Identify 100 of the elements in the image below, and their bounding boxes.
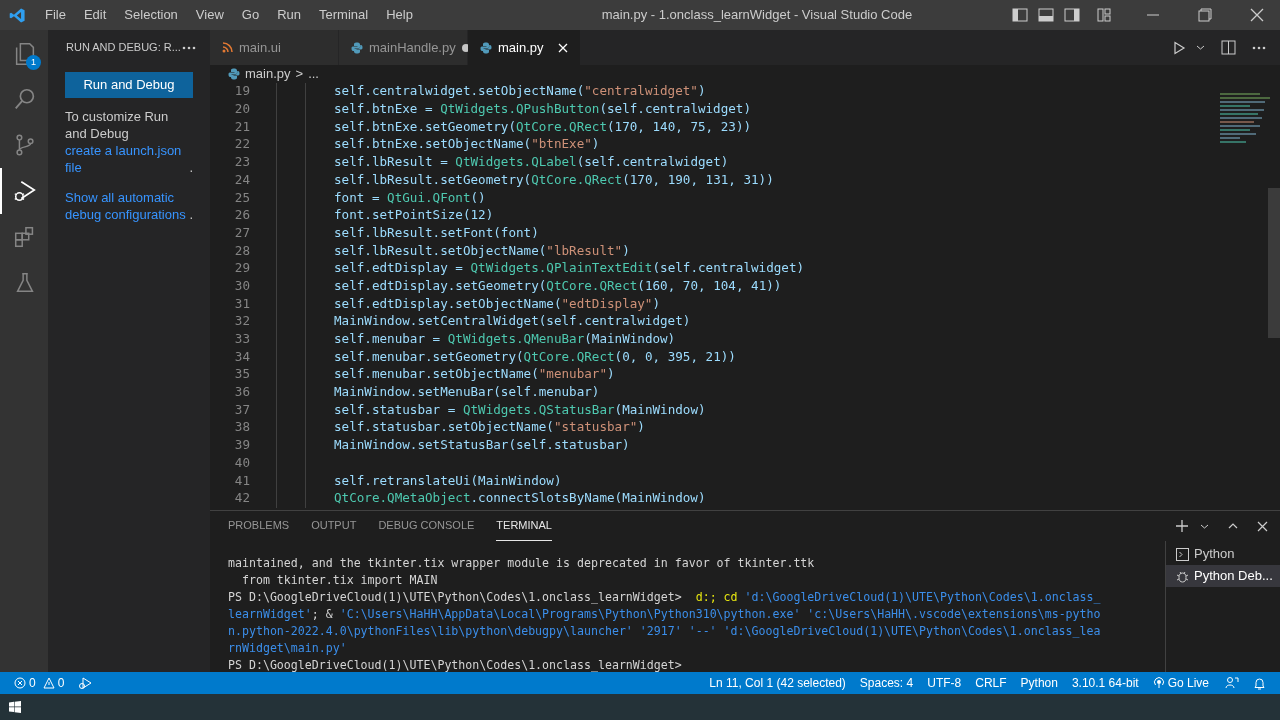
app-logo-icon [9, 6, 26, 24]
line-number: 34 [233, 347, 250, 366]
windows-start-icon[interactable] [9, 701, 21, 713]
code-line: MainWindow.setStatusBar(self.statusbar) [334, 436, 630, 455]
go-live-button[interactable]: Go Live [1152, 674, 1209, 692]
plus-icon[interactable] [1176, 520, 1188, 532]
menu-item[interactable]: Help [377, 5, 422, 25]
sidebar-text: To customize Run and Debug create a launch.json file . [65, 108, 193, 176]
run-debug-icon[interactable] [12, 178, 38, 204]
terminal-list-item[interactable]: Python Deb... [1166, 565, 1280, 587]
status-item[interactable]: 3.10.1 64-bit [1071, 674, 1139, 692]
customize-layout-icon[interactable] [1096, 7, 1112, 23]
restore-icon[interactable] [1198, 8, 1212, 22]
editor-tab[interactable]: mainHandle.py [339, 30, 468, 65]
menu-item[interactable]: View [186, 5, 233, 25]
line-number: 42 [233, 489, 250, 508]
run-icon[interactable] [1172, 40, 1186, 55]
link[interactable]: create a launch.json file [65, 142, 190, 176]
line-number: 23 [233, 153, 250, 172]
terminal-line: learnWidget'; & 'C:\Users\HaHH\AppData\Local\Programs\Python\Python310\python.exe' 'c:\Users\HaHH\.vscode\extensions\ms-pytho [228, 606, 1101, 623]
layout-icon[interactable] [1038, 7, 1054, 23]
status-item[interactable]: CRLF [975, 674, 1007, 692]
panel-tab[interactable]: DEBUG CONSOLE [378, 511, 475, 541]
terminal-line: n.python-2022.4.0\pythonFiles\lib\python\debugpy\launcher' '2917' '--' 'd:\GoogleDriveCloud(1)\UTE\Python\Codes\1.onclass_lea [228, 623, 1101, 640]
line-number: 33 [233, 330, 250, 349]
terminal-line: rnWidget\main.py' [228, 640, 347, 657]
split-editor-icon[interactable] [1221, 40, 1236, 55]
code-line: self.lbResult.setGeometry(QtCore.QRect(170, 190, 131, 31)) [334, 170, 774, 189]
line-number: 21 [233, 117, 250, 136]
code-line: self.edtDisplay.setObjectName("edtDisplay") [334, 294, 661, 313]
line-number: 41 [233, 471, 250, 490]
editor-tab[interactable]: main.ui [210, 30, 339, 65]
layout-icon[interactable] [1064, 7, 1080, 23]
line-number: 31 [233, 294, 250, 313]
line-number: 39 [233, 436, 250, 455]
code-line: self.lbResult = QtWidgets.QLabel(self.centralwidget) [334, 153, 729, 172]
status-item[interactable]: Spaces: 4 [859, 674, 914, 692]
feedback-icon[interactable] [1225, 676, 1239, 690]
problems-indicator[interactable]: 0 0 [14, 674, 65, 692]
editor-tab[interactable]: main.py [468, 30, 581, 65]
line-number: 35 [233, 365, 250, 384]
chevron-down-icon[interactable] [1196, 43, 1205, 52]
code-line: self.btnExe = QtWidgets.QPushButton(self.centralwidget) [334, 100, 752, 119]
code-line: self.btnExe.setObjectName("btnExe") [334, 135, 600, 154]
terminal-line: maintained, and the tkinter.tix wrapper module is deprecated in favor of tkinter.ttk [228, 555, 815, 572]
menu-item[interactable]: Run [268, 5, 310, 25]
line-number: 19 [233, 83, 250, 101]
run-and-debug-button[interactable]: Run and Debug [65, 72, 193, 98]
warning-count: 0 [57, 675, 65, 692]
python-file-icon [480, 41, 492, 54]
code-line: self.statusbar.setObjectName("statusbar") [334, 418, 645, 437]
panel-tab[interactable]: TERMINAL [496, 511, 552, 541]
menu-item[interactable]: Go [232, 5, 269, 25]
terminal-line: from tkinter.tix import MAIN [240, 572, 438, 589]
sidebar-text: Show all automatic debug configurations . [65, 189, 193, 223]
line-number: 32 [233, 312, 250, 331]
menu-item[interactable]: Selection [115, 5, 187, 25]
code-line: self.menubar.setObjectName("menubar") [334, 365, 615, 384]
line-number: 25 [233, 188, 250, 207]
error-count: 0 [29, 675, 36, 692]
status-item[interactable]: Ln 11, Col 1 (42 selected) [709, 674, 846, 692]
debug-launch-icon[interactable] [78, 676, 93, 690]
breadcrumb-item[interactable]: main.py [245, 64, 291, 84]
code-line: self.btnExe.setGeometry(QtCore.QRect(170, 140, 75, 23)) [334, 117, 752, 136]
link[interactable]: Show all automatic debug configurations [65, 189, 190, 223]
status-item[interactable]: Python [1020, 674, 1058, 692]
line-number: 22 [233, 135, 250, 154]
line-number: 26 [233, 206, 250, 225]
warning-icon [42, 677, 55, 689]
line-number: 29 [233, 259, 250, 278]
layout-icon[interactable] [1012, 7, 1028, 23]
code-line: MainWindow.setMenuBar(self.menubar) [334, 383, 600, 402]
python-file-icon [351, 41, 363, 54]
scrollbar[interactable] [1268, 188, 1280, 338]
code-line: QtCore.QMetaObject.connectSlotsByName(MainWindow) [334, 489, 706, 508]
more-actions-icon[interactable] [1252, 45, 1266, 50]
terminal-list-item[interactable]: Python [1166, 543, 1280, 565]
code-line: self.retranslateUi(MainWindow) [334, 471, 562, 490]
code-line: self.lbResult.setObjectName("lbResult") [334, 241, 630, 260]
terminal-icon [1176, 547, 1189, 561]
line-number: 20 [233, 100, 250, 119]
code-line: font = QtGui.QFont() [334, 188, 486, 207]
panel-tab[interactable]: PROBLEMS [228, 511, 290, 541]
code-line: font.setPointSize(12) [334, 206, 494, 225]
code-line: self.menubar.setGeometry(QtCore.QRect(0, 0, 395, 21)) [334, 347, 736, 366]
window-title: main.py - 1.onclass_learnWidget - Visual Studio Code [601, 6, 913, 25]
menu-item[interactable]: Terminal [310, 5, 378, 25]
sidebar-title: RUN AND DEBUG: R... [66, 40, 181, 56]
panel-tab[interactable]: OUTPUT [311, 511, 357, 541]
close-icon[interactable] [1250, 8, 1264, 22]
status-item[interactable]: UTF-8 [927, 674, 962, 692]
menu-item[interactable]: File [36, 5, 75, 25]
terminal-line: PS D:\GoogleDriveCloud(1)\UTE\Python\Codes\1.onclass_learnWidget> d:; cd 'd:\GoogleDriveCloud(1)\UTE\Python\Codes\1.onclass_ [228, 589, 1101, 606]
code-line: self.lbResult.setFont(font) [334, 223, 539, 242]
notification-icon[interactable] [1253, 676, 1266, 690]
close-icon[interactable] [1257, 520, 1268, 532]
more-actions-icon[interactable] [182, 45, 196, 50]
menu-item[interactable]: Edit [74, 5, 116, 25]
breadcrumb-item[interactable]: ... [308, 64, 319, 84]
code-line: self.statusbar = QtWidgets.QStatusBar(MainWindow) [334, 400, 706, 419]
